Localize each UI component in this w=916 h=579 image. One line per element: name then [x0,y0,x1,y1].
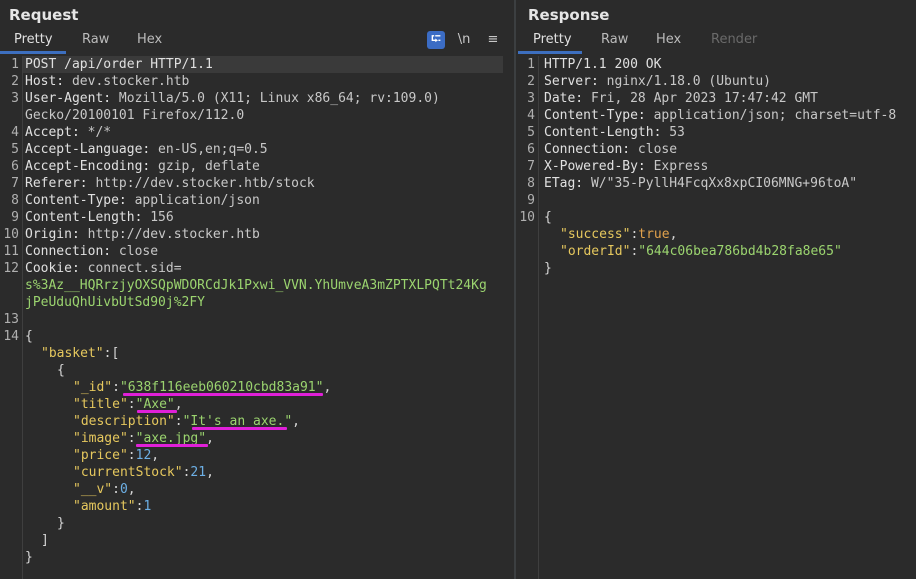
response-header-content-length: Content-Length: 53 [544,125,685,140]
request-line: POST /api/order HTTP/1.1 [25,57,213,72]
json-amount-line: "amount":1 [73,499,152,514]
json-success-line: "success":true, [560,227,678,242]
line-number: 2 [11,74,19,89]
request-header-host: Host: dev.stocker.htb [25,74,190,89]
line-number: 1 [527,57,535,72]
response-tabs: Pretty Raw Hex Render [516,30,916,54]
line-number: 9 [527,193,535,208]
request-header-accept-language: Accept-Language: en-US,en;q=0.5 [25,142,268,157]
json-brace: { [544,210,552,225]
response-header-powered-by: X-Powered-By: Express [544,159,709,174]
json-basket-line: "basket":[ [41,346,120,361]
response-tab-pretty[interactable]: Pretty [533,32,572,47]
response-editor[interactable]: 1 2 3 4 5 6 7 8 9 10 HTTP/1.1 200 OK Ser… [516,56,916,579]
status-line: HTTP/1.1 200 OK [544,57,662,72]
request-title: Request [9,6,79,24]
json-brace: } [25,550,33,565]
response-active-tab-indicator [518,51,582,54]
line-number: 9 [11,210,19,225]
json-order-id-line: "orderId":"644c06bea786bd4b28fa8e65" [560,244,842,259]
request-header-content-length: Content-Length: 156 [25,210,174,225]
line-number: 5 [527,125,535,140]
line-number: 6 [11,159,19,174]
request-header-accept: Accept: */* [25,125,112,140]
json-bracket: ] [41,533,49,548]
line-number: 3 [527,91,535,106]
response-title: Response [528,6,610,24]
request-header-cookie: Cookie: connect.sid= [25,261,182,276]
request-header-user-agent-cont: Gecko/20100101 Firefox/112.0 [25,108,245,123]
response-tab-render: Render [711,32,758,47]
line-number: 1 [11,57,19,72]
line-number: 3 [11,91,19,106]
line-number: 6 [527,142,535,157]
json-brace: } [57,516,65,531]
response-tab-hex[interactable]: Hex [656,32,681,47]
json-price-line: "price":12, [73,448,160,463]
line-number: 13 [3,312,19,327]
request-tab-hex[interactable]: Hex [137,32,162,47]
line-number: 4 [527,108,535,123]
json-brace: } [544,261,552,276]
response-line-gutter: 1 2 3 4 5 6 7 8 9 10 [516,56,539,579]
request-header-accept-encoding: Accept-Encoding: gzip, deflate [25,159,260,174]
cookie-value-part: s%3Az__HQRrzjyOXSQpWDORCdJk1Pxwi_VVN.YhU… [25,278,487,293]
line-number: 7 [527,159,535,174]
request-header-user-agent: User-Agent: Mozilla/5.0 (X11; Linux x86_… [25,91,440,106]
request-editor[interactable]: 1 2 3 4 5 6 7 8 9 10 11 12 13 14 POST /a… [0,56,514,579]
line-number: 8 [11,193,19,208]
cookie-value-part: jPeUduQhUivbUtSd90j%2FY [25,295,206,310]
line-number: 10 [519,210,535,225]
line-number: 2 [527,74,535,89]
line-number: 8 [527,176,535,191]
line-number: 5 [11,142,19,157]
response-header-connection: Connection: close [544,142,678,157]
request-active-tab-indicator [0,51,66,54]
response-pane: Response Pretty Raw Hex Render 1 2 3 4 5… [516,0,916,579]
request-header-origin: Origin: http://dev.stocker.htb [25,227,260,242]
line-number: 10 [3,227,19,242]
response-header-date: Date: Fri, 28 Apr 2023 17:47:42 GMT [544,91,818,106]
request-tab-pretty[interactable]: Pretty [14,32,53,47]
request-header-referer: Referer: http://dev.stocker.htb/stock [25,176,315,191]
request-header-content-type: Content-Type: application/json [25,193,260,208]
request-line-gutter: 1 2 3 4 5 6 7 8 9 10 11 12 13 14 [0,56,23,579]
response-header-server: Server: nginx/1.18.0 (Ubuntu) [544,74,771,89]
line-number: 7 [11,176,19,191]
highlight-underline-image [136,444,208,447]
response-header-etag: ETag: W/"35-PyllH4FcqXx8xpCI06MNG+96toA" [544,176,858,191]
highlight-underline-description [192,427,287,430]
request-pane: Request Pretty Raw Hex ⮓ \n ≡ 1 2 3 4 5 … [0,0,514,579]
request-header-connection: Connection: close [25,244,159,259]
response-header-content-type: Content-Type: application/json; charset=… [544,108,897,123]
request-tab-raw[interactable]: Raw [82,32,109,47]
line-number: 11 [3,244,19,259]
line-number: 14 [3,329,19,344]
word-wrap-icon[interactable]: ⮓ [427,31,445,49]
line-number: 12 [3,261,19,276]
json-brace: { [57,363,65,378]
highlight-underline-id [123,393,323,396]
menu-icon[interactable]: ≡ [484,31,502,49]
json-version-line: "__v":0, [73,482,136,497]
show-newlines-icon[interactable]: \n [455,31,473,49]
highlight-underline-title [137,410,177,413]
request-tabs: Pretty Raw Hex ⮓ \n ≡ [0,30,514,54]
json-brace: { [25,329,33,344]
response-tab-raw[interactable]: Raw [601,32,628,47]
json-stock-line: "currentStock":21, [73,465,214,480]
line-number: 4 [11,125,19,140]
